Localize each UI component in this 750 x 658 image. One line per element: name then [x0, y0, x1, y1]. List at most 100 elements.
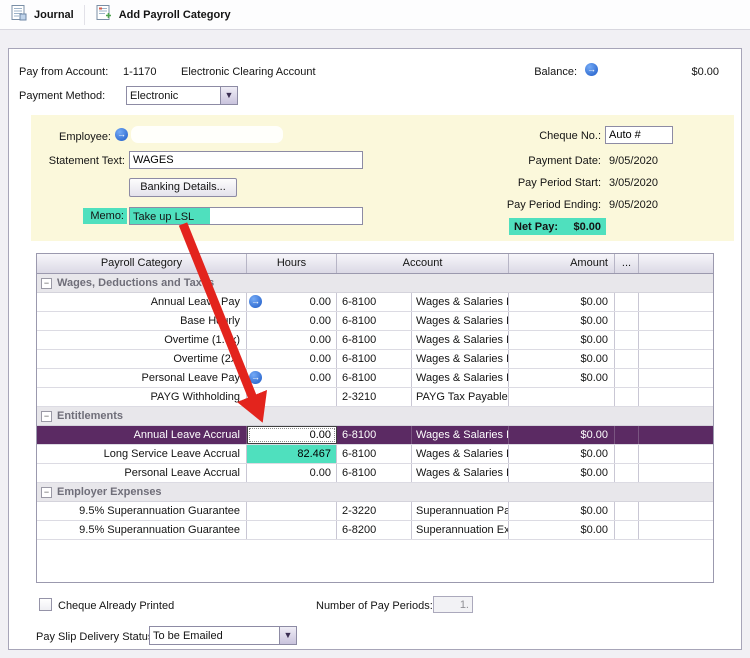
account-name-cell: Superannuation Exp — [412, 521, 509, 539]
payment-date-label: Payment Date: — [461, 154, 601, 168]
account-name-cell: Wages & Salaries Ex — [412, 312, 509, 330]
journal-tab[interactable]: Journal — [10, 4, 74, 25]
cheque-no-input[interactable] — [605, 126, 673, 144]
employee-label: Employee: — [31, 130, 111, 144]
category-cell: Annual Leave Pay→ — [37, 293, 247, 311]
table-row[interactable]: Personal Leave Pay→ 0.00 6-8100 Wages & … — [37, 369, 713, 388]
table-row[interactable]: Overtime (2x) 0.00 6-8100 Wages & Salari… — [37, 350, 713, 369]
memo-value: Take up LSL — [130, 208, 210, 224]
account-number-cell: 6-8200 — [337, 521, 412, 539]
memo-label: Memo: — [83, 208, 127, 224]
table-row[interactable]: Base Hourly 0.00 6-8100 Wages & Salaries… — [37, 312, 713, 331]
table-row[interactable]: Long Service Leave Accrual 82.467 6-8100… — [37, 445, 713, 464]
statement-text-label: Statement Text: — [31, 154, 125, 168]
statement-text-input[interactable] — [129, 151, 363, 169]
filler-cell — [639, 369, 713, 387]
header-hours: Hours — [247, 254, 337, 273]
hours-cell: 0.00 — [247, 464, 337, 482]
amount-cell — [509, 388, 615, 406]
pay-from-account-label: Pay from Account: — [19, 65, 108, 79]
net-pay-value: $0.00 — [573, 221, 601, 233]
toolbar-separator — [84, 5, 85, 25]
header-amount: Amount — [509, 254, 615, 273]
category-cell: 9.5% Superannuation Guarantee — [37, 521, 247, 539]
amount-cell: $0.00 — [509, 312, 615, 330]
category-cell: Overtime (2x) — [37, 350, 247, 368]
banking-details-button[interactable]: Banking Details... — [129, 178, 237, 197]
chevron-down-icon[interactable]: ▼ — [220, 87, 237, 104]
chevron-down-icon[interactable]: ▼ — [279, 627, 296, 644]
filler-cell — [639, 502, 713, 520]
hours-edit-cell[interactable]: 0.00 — [247, 426, 337, 444]
balance-zoom-arrow-icon[interactable]: → — [585, 63, 598, 76]
account-number-cell: 2-3220 — [337, 502, 412, 520]
collapse-icon[interactable]: − — [41, 487, 52, 498]
zoom-arrow-icon[interactable]: → — [249, 295, 262, 308]
header-filler — [639, 254, 713, 273]
hours-cell — [247, 502, 337, 520]
table-row[interactable]: PAYG Withholding 2-3210 PAYG Tax Payable — [37, 388, 713, 407]
amount-cell: $0.00 — [509, 502, 615, 520]
amount-cell: $0.00 — [509, 350, 615, 368]
table-row-selected[interactable]: Annual Leave Accrual 0.00 6-8100 Wages &… — [37, 426, 713, 445]
pay-employee-panel: Pay from Account: 1-1170 Electronic Clea… — [8, 48, 742, 650]
table-header-row: Payroll Category Hours Account Amount ..… — [37, 254, 713, 274]
hours-cell — [247, 521, 337, 539]
add-payroll-category-label: Add Payroll Category — [119, 9, 231, 21]
employee-zoom-arrow-icon[interactable]: → — [115, 128, 128, 141]
account-number-cell: 6-8100 — [337, 312, 412, 330]
section-header-employer-expenses: − Employer Expenses — [37, 483, 713, 502]
net-pay-label: Net Pay: — [514, 221, 558, 233]
number-of-pay-periods-input[interactable] — [433, 596, 473, 613]
hours-cell — [247, 388, 337, 406]
memo-input[interactable]: Take up LSL — [129, 207, 363, 225]
add-payroll-category-tab[interactable]: Add Payroll Category — [95, 4, 231, 25]
account-name-cell: Wages & Salaries Ex — [412, 464, 509, 482]
filler-cell — [639, 445, 713, 463]
zoom-arrow-icon[interactable]: → — [249, 371, 262, 384]
collapse-icon[interactable]: − — [41, 411, 52, 422]
cheque-already-printed-checkbox[interactable] — [39, 598, 52, 611]
collapse-icon[interactable]: − — [41, 278, 52, 289]
header-payroll-category: Payroll Category — [37, 254, 247, 273]
category-cell: Long Service Leave Accrual — [37, 445, 247, 463]
account-number-cell: 6-8100 — [337, 445, 412, 463]
table-row[interactable]: 9.5% Superannuation Guarantee 6-8200 Sup… — [37, 521, 713, 540]
account-number-cell: 2-3210 — [337, 388, 412, 406]
account-name-cell: Wages & Salaries Ex — [412, 293, 509, 311]
category-cell: Personal Leave Pay→ — [37, 369, 247, 387]
payment-method-select[interactable]: Electronic ▼ — [126, 86, 238, 105]
category-cell: Personal Leave Accrual — [37, 464, 247, 482]
table-row[interactable]: Overtime (1.5x) 0.00 6-8100 Wages & Sala… — [37, 331, 713, 350]
section-header-wages: − Wages, Deductions and Taxes — [37, 274, 713, 293]
header-account: Account — [337, 254, 509, 273]
account-number-cell: 6-8100 — [337, 464, 412, 482]
filler-cell — [639, 312, 713, 330]
filler-cell — [639, 521, 713, 539]
employee-details-panel: Employee: → Statement Text: Banking Deta… — [31, 115, 734, 241]
payroll-category-table: Payroll Category Hours Account Amount ..… — [36, 253, 714, 583]
hours-cell: 0.00 — [247, 312, 337, 330]
account-name-cell: Wages & Salaries Ex — [412, 369, 509, 387]
pay-slip-delivery-status-label: Pay Slip Delivery Status: — [36, 630, 156, 644]
cheque-already-printed-label: Cheque Already Printed — [58, 599, 174, 613]
filler-cell — [639, 426, 713, 444]
pay-period-ending-value: 9/05/2020 — [609, 198, 658, 212]
header-ellipsis: ... — [615, 254, 639, 273]
account-name-cell: Wages & Salaries Ex — [412, 445, 509, 463]
ellipsis-cell — [615, 445, 639, 463]
pay-period-start-value: 3/05/2020 — [609, 176, 658, 190]
account-number-cell: 6-8100 — [337, 426, 412, 444]
ellipsis-cell — [615, 350, 639, 368]
table-row[interactable]: Personal Leave Accrual 0.00 6-8100 Wages… — [37, 464, 713, 483]
ellipsis-cell — [615, 426, 639, 444]
employee-name-field[interactable] — [131, 126, 283, 143]
ellipsis-cell — [615, 388, 639, 406]
hours-cell-highlighted[interactable]: 82.467 — [247, 445, 337, 463]
pay-slip-delivery-status-select[interactable]: To be Emailed ▼ — [149, 626, 297, 645]
table-row[interactable]: 9.5% Superannuation Guarantee 2-3220 Sup… — [37, 502, 713, 521]
table-row[interactable]: Annual Leave Pay→ 0.00 6-8100 Wages & Sa… — [37, 293, 713, 312]
pay-from-account-number: 1-1170 — [123, 65, 156, 79]
category-cell: Annual Leave Accrual — [37, 426, 247, 444]
account-number-cell: 6-8100 — [337, 331, 412, 349]
